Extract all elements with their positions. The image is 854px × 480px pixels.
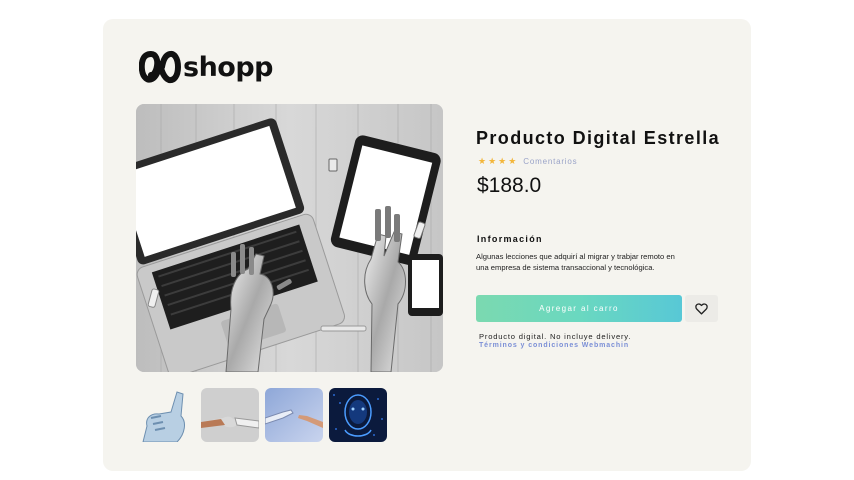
product-title: Producto Digital Estrella	[476, 128, 721, 148]
info-heading: Información	[477, 234, 543, 244]
favorite-button[interactable]	[685, 295, 718, 322]
rating: ★★★★ Comentarios	[478, 156, 577, 167]
terms-link[interactable]: Términos y condiciones Webmachin	[479, 342, 629, 349]
brand-logo[interactable]: shopp	[139, 50, 274, 84]
thumbnail-4-image	[329, 388, 387, 442]
product-price: $188.0	[477, 174, 542, 197]
star-rating-icon: ★★★★	[478, 156, 519, 166]
heart-icon	[695, 302, 708, 315]
thumbnail-3-image	[265, 388, 323, 442]
product-illustration	[136, 104, 443, 372]
thumbnail-2-image	[201, 388, 259, 442]
main-product-image[interactable]	[136, 104, 443, 372]
info-description: Algunas lecciones que adquirí al migrar …	[476, 252, 675, 272]
logo-mark-icon	[139, 50, 181, 84]
add-to-cart-button[interactable]: Agregar al carro	[476, 295, 682, 322]
thumbnail-digital-face[interactable]	[329, 388, 387, 442]
thumbnail-fingers[interactable]	[265, 388, 323, 442]
thumbnail-robot-hand[interactable]	[137, 388, 195, 442]
thumbnail-handshake[interactable]	[201, 388, 259, 442]
reviews-link[interactable]: Comentarios	[523, 157, 577, 166]
delivery-note: Producto digital. No incluye delivery.	[479, 332, 632, 341]
thumbnail-1-image	[137, 388, 195, 442]
brand-name: shopp	[183, 51, 274, 83]
